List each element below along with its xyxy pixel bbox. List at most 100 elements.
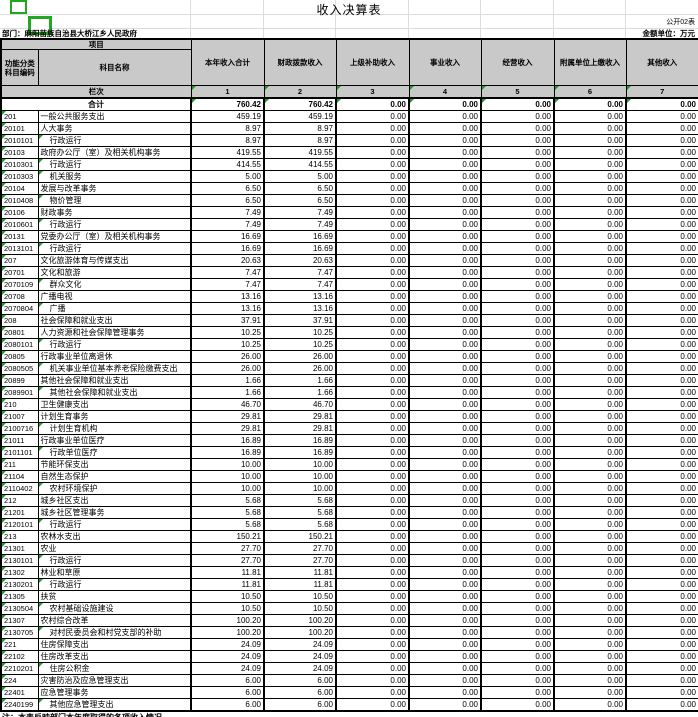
column-header-cell[interactable]: 本年收入合计	[191, 39, 264, 86]
value-cell[interactable]: 6.50	[264, 195, 336, 207]
value-cell[interactable]: 0.00	[481, 555, 554, 567]
code-cell[interactable]: 2101101	[1, 447, 38, 459]
value-cell[interactable]: 419.55	[264, 147, 336, 159]
name-cell[interactable]: 行政运行	[38, 555, 191, 567]
value-cell[interactable]: 0.00	[626, 387, 698, 399]
value-cell[interactable]: 10.00	[191, 471, 264, 483]
value-cell[interactable]: 29.81	[264, 411, 336, 423]
code-cell[interactable]: 20106	[1, 207, 38, 219]
value-cell[interactable]: 0.00	[336, 399, 409, 411]
value-cell[interactable]: 0.00	[409, 123, 481, 135]
value-cell[interactable]: 0.00	[554, 471, 626, 483]
name-cell[interactable]: 住房改革支出	[38, 651, 191, 663]
value-cell[interactable]: 0.00	[626, 147, 698, 159]
value-cell[interactable]: 0.00	[481, 219, 554, 231]
value-cell[interactable]: 0.00	[481, 423, 554, 435]
code-cell[interactable]: 213	[1, 531, 38, 543]
value-cell[interactable]: 27.70	[191, 543, 264, 555]
code-cell[interactable]: 224	[1, 675, 38, 687]
value-cell[interactable]: 11.81	[191, 567, 264, 579]
value-cell[interactable]: 0.00	[409, 327, 481, 339]
name-cell[interactable]: 卫生健康支出	[38, 399, 191, 411]
value-cell[interactable]: 0.00	[554, 267, 626, 279]
value-cell[interactable]: 0.00	[554, 183, 626, 195]
value-cell[interactable]: 0.00	[409, 195, 481, 207]
value-cell[interactable]: 37.91	[264, 315, 336, 327]
name-cell[interactable]: 行政运行	[38, 339, 191, 351]
value-cell[interactable]: 0.00	[336, 579, 409, 591]
value-cell[interactable]: 0.00	[554, 387, 626, 399]
name-cell[interactable]: 农林水支出	[38, 531, 191, 543]
value-cell[interactable]: 0.00	[481, 471, 554, 483]
value-cell[interactable]: 0.00	[409, 267, 481, 279]
value-cell[interactable]: 0.00	[336, 279, 409, 291]
value-cell[interactable]: 0.00	[336, 255, 409, 267]
value-cell[interactable]: 7.47	[264, 279, 336, 291]
value-cell[interactable]: 27.70	[264, 543, 336, 555]
name-cell[interactable]: 其他社会保障和就业支出	[38, 387, 191, 399]
value-cell[interactable]: 10.00	[191, 459, 264, 471]
value-cell[interactable]: 0.00	[554, 195, 626, 207]
code-cell[interactable]: 20131	[1, 231, 38, 243]
value-cell[interactable]: 0.00	[409, 495, 481, 507]
value-cell[interactable]: 0.00	[336, 603, 409, 615]
value-cell[interactable]: 5.00	[191, 171, 264, 183]
value-cell[interactable]: 5.68	[191, 519, 264, 531]
value-cell[interactable]: 0.00	[336, 423, 409, 435]
code-cell[interactable]: 21305	[1, 591, 38, 603]
value-cell[interactable]: 0.00	[626, 615, 698, 627]
code-cell[interactable]: 21301	[1, 543, 38, 555]
name-cell[interactable]: 扶贫	[38, 591, 191, 603]
code-cell[interactable]: 21201	[1, 507, 38, 519]
value-cell[interactable]: 0.00	[336, 183, 409, 195]
value-cell[interactable]: 0.00	[336, 327, 409, 339]
value-cell[interactable]: 0.00	[336, 195, 409, 207]
code-cell[interactable]: 2240199	[1, 699, 38, 712]
value-cell[interactable]: 8.97	[191, 123, 264, 135]
code-cell[interactable]: 210	[1, 399, 38, 411]
value-cell[interactable]: 0.00	[481, 627, 554, 639]
value-cell[interactable]: 0.00	[409, 219, 481, 231]
code-cell[interactable]: 2210201	[1, 663, 38, 675]
value-cell[interactable]: 0.00	[409, 555, 481, 567]
value-cell[interactable]: 5.68	[191, 495, 264, 507]
value-cell[interactable]: 0.00	[481, 591, 554, 603]
value-cell[interactable]: 0.00	[626, 171, 698, 183]
value-cell[interactable]: 0.00	[409, 627, 481, 639]
total-label-cell[interactable]: 合计	[1, 98, 191, 111]
value-cell[interactable]: 0.00	[336, 135, 409, 147]
name-cell[interactable]: 社会保障和就业支出	[38, 315, 191, 327]
value-cell[interactable]: 13.16	[264, 303, 336, 315]
name-cell[interactable]: 人力资源和社会保障管理事务	[38, 327, 191, 339]
name-cell[interactable]: 行政运行	[38, 519, 191, 531]
value-cell[interactable]: 11.81	[264, 579, 336, 591]
column-number-cell[interactable]: 6	[554, 86, 626, 99]
value-cell[interactable]: 0.00	[409, 591, 481, 603]
value-cell[interactable]: 0.00	[481, 159, 554, 171]
code-cell[interactable]: 2010303	[1, 171, 38, 183]
value-cell[interactable]: 0.00	[626, 591, 698, 603]
value-cell[interactable]: 8.97	[264, 135, 336, 147]
column-header-cell[interactable]: 附属单位上缴收入	[554, 39, 626, 86]
value-cell[interactable]: 0.00	[481, 339, 554, 351]
value-cell[interactable]: 0.00	[626, 231, 698, 243]
value-cell[interactable]: 0.00	[409, 543, 481, 555]
value-cell[interactable]: 20.63	[191, 255, 264, 267]
value-cell[interactable]: 7.47	[264, 267, 336, 279]
column-number-cell[interactable]: 4	[409, 86, 481, 99]
value-cell[interactable]: 0.00	[336, 351, 409, 363]
code-cell[interactable]: 22401	[1, 687, 38, 699]
value-cell[interactable]: 0.00	[409, 687, 481, 699]
value-cell[interactable]: 0.00	[481, 699, 554, 712]
value-cell[interactable]: 0.00	[481, 243, 554, 255]
value-cell[interactable]: 27.70	[191, 555, 264, 567]
value-cell[interactable]: 0.00	[554, 411, 626, 423]
value-cell[interactable]: 0.00	[409, 615, 481, 627]
value-cell[interactable]: 0.00	[481, 615, 554, 627]
value-cell[interactable]: 0.00	[554, 507, 626, 519]
value-cell[interactable]: 0.00	[481, 351, 554, 363]
code-cell[interactable]: 221	[1, 639, 38, 651]
value-cell[interactable]: 100.20	[191, 615, 264, 627]
value-cell[interactable]: 0.00	[554, 591, 626, 603]
value-cell[interactable]: 0.00	[481, 531, 554, 543]
